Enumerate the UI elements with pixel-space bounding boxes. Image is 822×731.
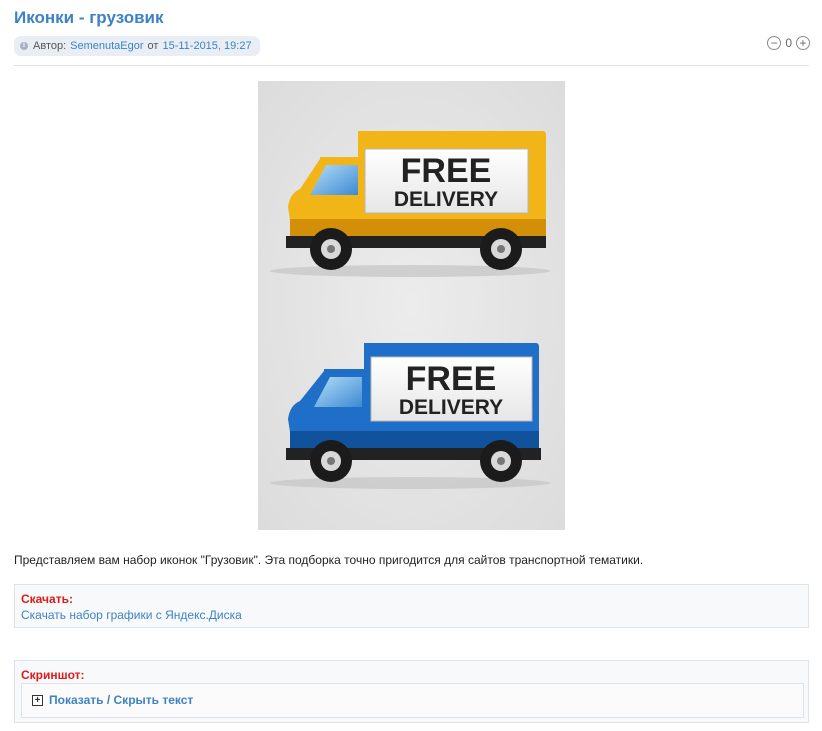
spoiler[interactable]: + Показать / Скрыть текст xyxy=(21,683,804,718)
sign-text-free: FREE xyxy=(401,152,492,190)
plus-circle-icon[interactable]: + xyxy=(796,36,810,50)
post-description: Представляем вам набор иконок "Грузовик"… xyxy=(14,553,644,567)
date-prefix: от xyxy=(147,40,159,52)
post-date: 15-11-2015, 19:27 xyxy=(162,40,252,52)
post-meta: i Автор: SemenutaEgor от 15-11-2015, 19:… xyxy=(14,36,260,56)
author-link[interactable]: SemenutaEgor xyxy=(70,40,143,52)
rating: − 0 + xyxy=(767,36,810,50)
sign-text-delivery: DELIVERY xyxy=(399,396,503,419)
sign-text-free: FREE xyxy=(406,360,497,398)
rating-value: 0 xyxy=(785,36,792,50)
minus-circle-icon[interactable]: − xyxy=(767,36,782,50)
screenshot-label: Скриншот: xyxy=(21,668,85,682)
divider xyxy=(14,65,809,66)
download-box: Скачать: Скачать набор графики с Яндекс.… xyxy=(14,584,809,628)
download-label: Скачать: xyxy=(21,592,73,606)
info-icon: i xyxy=(20,42,28,50)
author-prefix: Автор: xyxy=(33,40,67,52)
download-link[interactable]: Скачать набор графики с Яндекс.Диска xyxy=(21,608,242,622)
post-image: FREE DELIVERY FREE DELIVERY xyxy=(258,81,565,530)
sign-text-delivery: DELIVERY xyxy=(394,188,498,211)
screenshot-box: Скриншот: + Показать / Скрыть текст xyxy=(14,660,809,723)
post-title[interactable]: Иконки - грузовик xyxy=(14,8,164,28)
plus-square-icon[interactable]: + xyxy=(32,695,43,706)
spoiler-toggle-link[interactable]: Показать / Скрыть текст xyxy=(49,693,193,707)
